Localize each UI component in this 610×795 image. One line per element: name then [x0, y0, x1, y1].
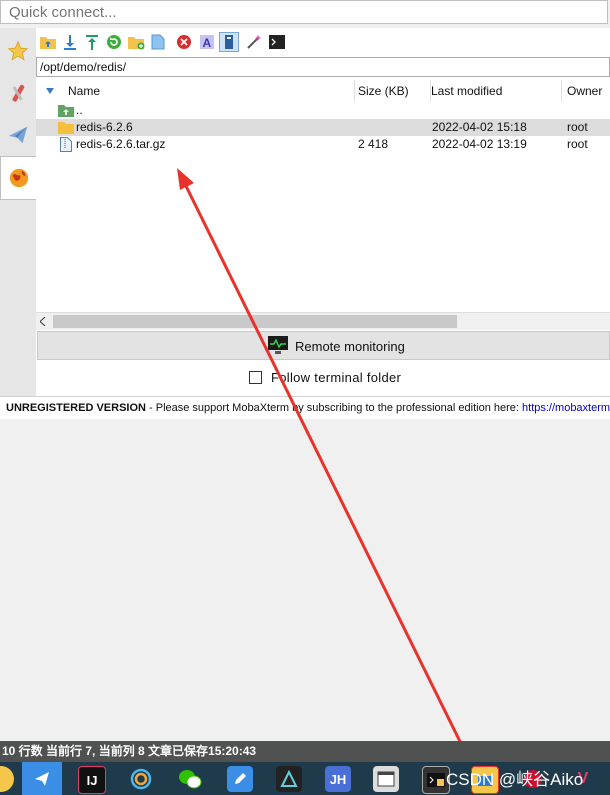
- status-text: 10 行数 当前行 7, 当前列 8 文章已保存15:20:43: [2, 744, 257, 758]
- wechat-icon[interactable]: [177, 766, 203, 792]
- app-icon[interactable]: [276, 766, 302, 792]
- csdn-watermark: CSDN @峡谷Aiko: [446, 770, 584, 789]
- edit-icon[interactable]: [227, 766, 253, 792]
- window-icon[interactable]: [373, 766, 399, 792]
- jh-icon[interactable]: JH: [325, 766, 351, 792]
- intellij-icon[interactable]: IJ: [78, 766, 106, 794]
- editor-status-bar: 10 行数 当前行 7, 当前列 8 文章已保存15:20:43: [0, 741, 610, 762]
- feishu-icon[interactable]: [22, 762, 62, 795]
- browser-icon[interactable]: [128, 766, 154, 792]
- red-arrow-annotation: [177, 168, 480, 779]
- chrome-icon[interactable]: [0, 766, 14, 792]
